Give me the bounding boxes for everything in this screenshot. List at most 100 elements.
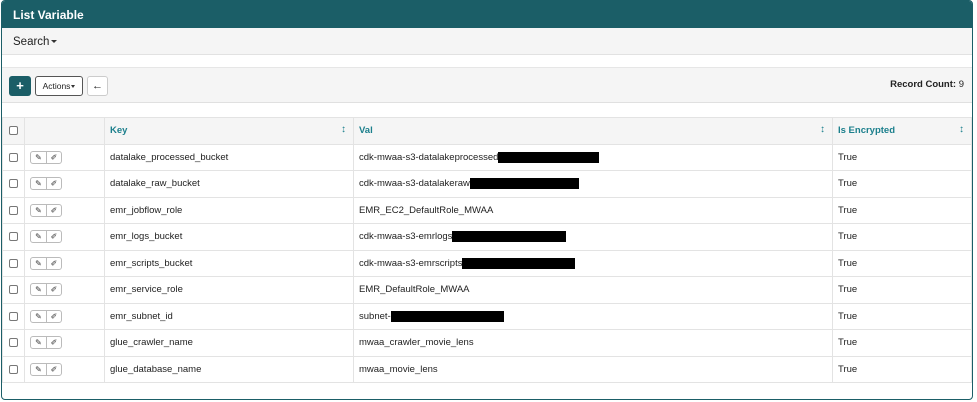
val-cell: mwaa_movie_lens [353, 355, 833, 383]
key-cell: glue_database_name [104, 355, 354, 383]
eraser-icon[interactable]: ✐ [46, 204, 61, 216]
row-actions-cell: ✎ ✐ [24, 355, 105, 383]
table-row: ✎ ✐ emr_service_role EMR_DefaultRole_MWAA Tr… [2, 276, 972, 304]
val-text: cdk-mwaa-s3-emrscripts [359, 257, 463, 269]
row-actions-cell: ✎ ✐ [24, 196, 105, 224]
table-row: ✎ ✐ glue_crawler_name mwaa_crawler_movie_le… [2, 329, 972, 357]
key-cell: emr_service_role [104, 276, 354, 304]
key-cell: datalake_processed_bucket [104, 143, 354, 171]
eraser-icon[interactable]: ✐ [46, 363, 61, 375]
back-button[interactable]: ← [87, 76, 108, 96]
row-select-cell [2, 143, 25, 171]
row-actions: ✎ ✐ [30, 283, 62, 297]
key-cell: emr_logs_bucket [104, 223, 354, 251]
search-label: Search [13, 36, 50, 48]
table-row: ✎ ✐ datalake_raw_bucket cdk-mwaa-s3-datalak… [2, 170, 972, 198]
row-select-cell [2, 223, 25, 251]
val-cell: cdk-mwaa-s3-datalakeprocessed [353, 143, 833, 171]
row-checkbox[interactable] [9, 152, 18, 162]
edit-icon[interactable]: ✎ [31, 152, 46, 163]
edit-icon[interactable]: ✎ [31, 178, 46, 189]
val-text: EMR_EC2_DefaultRole_MWAA [359, 204, 494, 216]
record-count: Record Count: 9 [890, 79, 964, 90]
is-encrypted-cell: True [832, 143, 972, 171]
row-checkbox[interactable] [9, 311, 18, 321]
chevron-down-icon [71, 85, 76, 89]
redacted-value [469, 178, 579, 190]
val-cell: cdk-mwaa-s3-datalakeraw [353, 170, 833, 198]
row-checkbox[interactable] [9, 232, 18, 242]
val-text: subnet- [359, 310, 391, 322]
row-select-cell [2, 196, 25, 224]
eraser-icon[interactable]: ✐ [46, 284, 61, 296]
chevron-down-icon [51, 40, 58, 44]
edit-icon[interactable]: ✎ [31, 284, 46, 295]
sort-icon[interactable]: ↕ [341, 124, 346, 135]
select-all-checkbox[interactable] [9, 126, 18, 136]
eraser-icon[interactable]: ✐ [46, 178, 61, 190]
val-text: mwaa_crawler_movie_lens [359, 337, 474, 349]
eraser-icon[interactable]: ✐ [46, 257, 61, 269]
column-header-is-encrypted[interactable]: Is Encrypted ↕ [832, 117, 972, 145]
row-checkbox[interactable] [9, 205, 18, 215]
actions-header [24, 117, 105, 145]
row-select-cell [2, 329, 25, 357]
add-variable-button[interactable]: + [9, 76, 31, 96]
row-actions: ✎ ✐ [30, 309, 62, 323]
val-cell: subnet- [353, 302, 833, 330]
eraser-icon[interactable]: ✐ [46, 151, 61, 163]
redacted-value [462, 257, 576, 269]
edit-icon[interactable]: ✎ [31, 337, 46, 348]
column-header-key[interactable]: Key ↕ [104, 117, 354, 145]
table-row: ✎ ✐ datalake_processed_bucket cdk-mwaa-s3-d… [2, 143, 972, 171]
row-checkbox[interactable] [9, 179, 18, 189]
edit-icon[interactable]: ✎ [31, 258, 46, 269]
val-text: cdk-mwaa-s3-datalakeprocessed [359, 151, 499, 163]
column-header-val[interactable]: Val ↕ [353, 117, 833, 145]
row-actions-cell: ✎ ✐ [24, 276, 105, 304]
sort-icon[interactable]: ↕ [820, 124, 825, 135]
is-encrypted-cell: True [832, 302, 972, 330]
val-cell: mwaa_crawler_movie_lens [353, 329, 833, 357]
row-actions-cell: ✎ ✐ [24, 223, 105, 251]
spacer [2, 55, 972, 68]
is-encrypted-cell: True [832, 276, 972, 304]
row-actions-cell: ✎ ✐ [24, 143, 105, 171]
list-variable-panel: List Variable Search + Actions ← Record … [1, 0, 973, 400]
table-row: ✎ ✐ emr_scripts_bucket cdk-mwaa-s3-emrscrip… [2, 249, 972, 277]
key-cell: datalake_raw_bucket [104, 170, 354, 198]
is-encrypted-cell: True [832, 249, 972, 277]
val-text: cdk-mwaa-s3-emrlogs [359, 231, 453, 243]
table-row: ✎ ✐ emr_jobflow_role EMR_EC2_DefaultRole_MW… [2, 196, 972, 224]
eraser-icon[interactable]: ✐ [46, 337, 61, 349]
row-actions: ✎ ✐ [30, 256, 62, 270]
arrow-left-icon: ← [92, 80, 103, 92]
row-actions: ✎ ✐ [30, 177, 62, 191]
actions-label: Actions [42, 81, 71, 91]
val-text: mwaa_movie_lens [359, 363, 438, 375]
edit-icon[interactable]: ✎ [31, 311, 46, 322]
row-actions-cell: ✎ ✐ [24, 329, 105, 357]
sort-icon[interactable]: ↕ [959, 124, 964, 135]
val-cell: cdk-mwaa-s3-emrscripts [353, 249, 833, 277]
row-checkbox[interactable] [9, 364, 18, 374]
row-checkbox[interactable] [9, 285, 18, 295]
is-encrypted-cell: True [832, 329, 972, 357]
search-toggle[interactable]: Search [2, 28, 972, 55]
row-select-cell [2, 355, 25, 383]
row-actions: ✎ ✐ [30, 336, 62, 350]
key-cell: emr_subnet_id [104, 302, 354, 330]
key-cell: emr_jobflow_role [104, 196, 354, 224]
row-checkbox[interactable] [9, 258, 18, 268]
redacted-value [452, 231, 567, 243]
eraser-icon[interactable]: ✐ [46, 310, 61, 322]
variables-table: Key ↕ Val ↕ Is Encrypted ↕ ✎ ✐ datalake_proce… [2, 117, 972, 383]
row-actions: ✎ ✐ [30, 230, 62, 244]
table-row: ✎ ✐ emr_logs_bucket cdk-mwaa-s3-emrlogs True [2, 223, 972, 251]
eraser-icon[interactable]: ✐ [46, 231, 61, 243]
edit-icon[interactable]: ✎ [31, 364, 46, 375]
edit-icon[interactable]: ✎ [31, 231, 46, 242]
actions-dropdown-button[interactable]: Actions [35, 76, 83, 96]
row-checkbox[interactable] [9, 338, 18, 348]
edit-icon[interactable]: ✎ [31, 205, 46, 216]
